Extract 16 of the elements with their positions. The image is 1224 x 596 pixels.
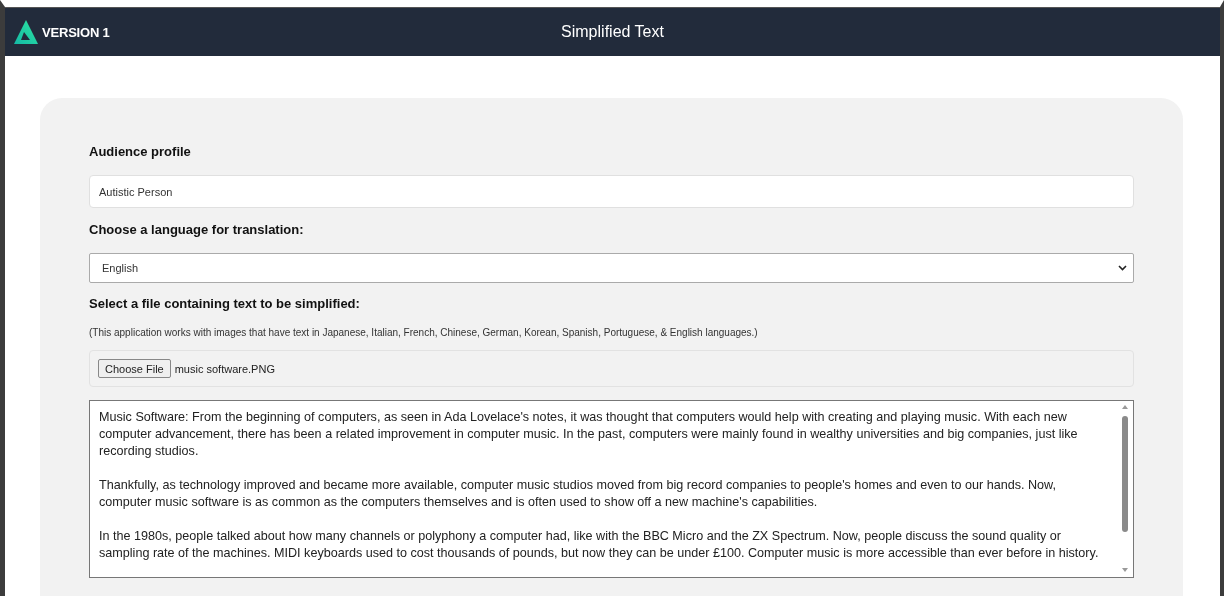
field-label: Choose a language for translation:: [89, 222, 304, 237]
simplified-text-area[interactable]: [89, 400, 1134, 578]
supported-languages-note: (This application works with images that have text in Japanese, Italian, French, Chinese, German, Korean, Spanish, Portuguese, & English languages.): [89, 327, 758, 338]
language-select[interactable]: English: [89, 253, 1134, 283]
file-name: music software.PNG: [174, 362, 275, 375]
brand-name: VERSION 1: [42, 24, 110, 40]
choose-file-button[interactable]: Choose File: [98, 359, 171, 378]
audience-input[interactable]: Autistic Person: [89, 175, 1134, 208]
triangle-logo-icon: [13, 19, 39, 45]
paragraph: Thankfully, as technology improved and became more available, computer music studios moved from big record companies to people's homes and even to our hands. Now, computer music software is as common as the computers themselves and is often used to show off a new machine's capabilities.: [99, 477, 1057, 511]
field-label: Select a file containing text to be simplified:: [89, 296, 360, 311]
paragraph: In the 1980s, people talked about how many channels or polyphony a computer had, like with the BBC Micro and the ZX Spectrum. Now, people discuss the sound quality or sampling rate of the machines. MIDI keyboards used to cost thousands of pounds, but now they can be under £100. Computer music is more accessible than ever before in history.: [99, 528, 1100, 562]
chevron-down-icon: [1118, 265, 1127, 271]
page-title: Simplified Text: [561, 23, 664, 41]
paragraph: Music Software: From the beginning of computers, as seen in Ada Lovelace's notes, it was thought that computers would help with creating and playing music. With each new computer advancement, there has been a related improvement in computer music. In the past, computers were mainly found in wealthy universities and big companies, just like recording studios.: [99, 409, 1079, 460]
field-label: Audience profile: [89, 144, 191, 159]
